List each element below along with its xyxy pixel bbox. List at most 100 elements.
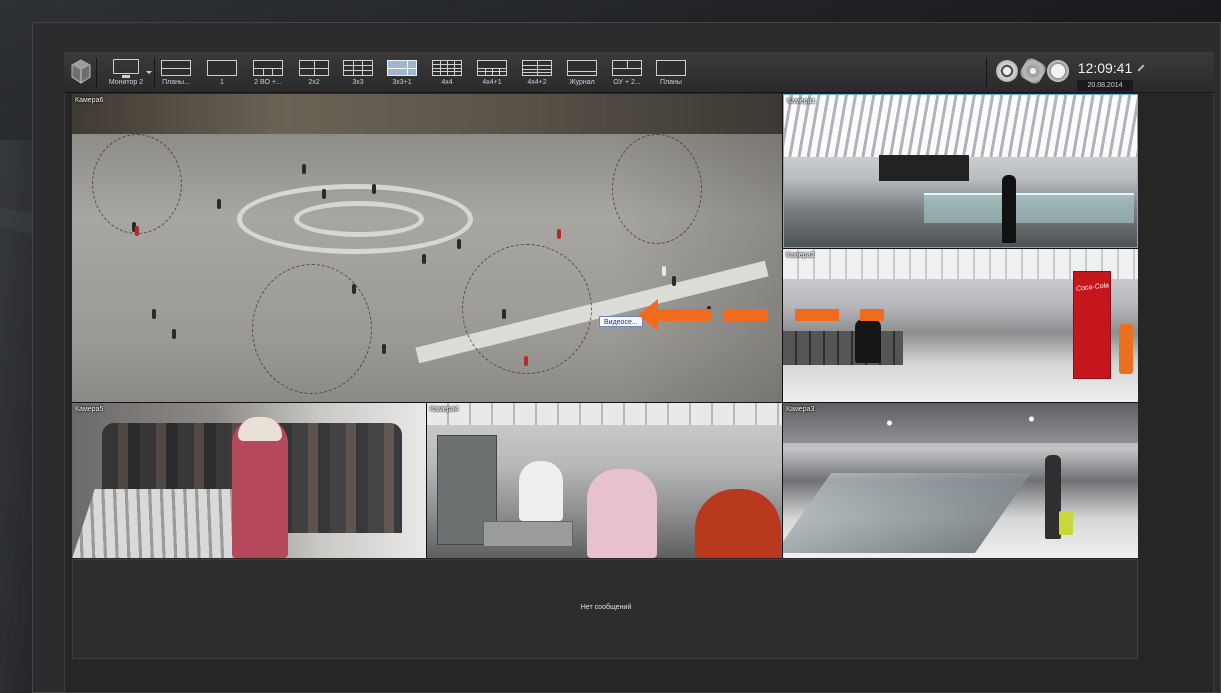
camera-label: Камера4: [430, 406, 459, 413]
camera-tag-label[interactable]: Видеосе...: [599, 316, 643, 327]
layout-3x3plus1-icon: [387, 60, 417, 76]
toolbar-separator: [154, 58, 155, 88]
direction-arrow-segment: [656, 309, 712, 321]
scene-seats: [783, 331, 903, 365]
scene-ceiling: [783, 403, 1138, 443]
scene-suitcase: [1059, 511, 1073, 535]
layout-3x3-button[interactable]: 3x3: [339, 58, 377, 90]
layout-plans2-icon: [656, 60, 686, 76]
tree: [92, 134, 182, 234]
scene-buildings: [72, 94, 782, 134]
pedestrian: [372, 184, 376, 194]
scene-person: [1002, 175, 1016, 243]
scene-ad-panel: Coca-Cola: [1073, 271, 1111, 379]
layout-4x4plus1-button[interactable]: 4x4+1: [473, 58, 511, 90]
direction-arrow-segment: [860, 309, 884, 321]
pedestrian: [662, 266, 666, 276]
layout-label: Планы: [660, 79, 682, 86]
tree: [462, 244, 592, 374]
scene-person: [695, 489, 781, 558]
scene-bin: [1119, 324, 1133, 374]
camera-tile-cam2[interactable]: Coca-Cola Камера2: [783, 249, 1138, 402]
layout-plans-icon: [161, 60, 191, 76]
toolbar-separator: [96, 58, 97, 88]
scene-person: [855, 319, 881, 363]
scene-tray: [483, 521, 573, 547]
camera-label: Камера6: [75, 97, 104, 104]
scene-walkway: [783, 473, 1032, 553]
monitor-icon: [113, 59, 139, 78]
tree: [612, 134, 702, 244]
pedestrian: [217, 199, 221, 209]
messages-empty-text: Нет сообщений: [580, 604, 632, 611]
layout-3x3plus1-button[interactable]: 3x3+1: [383, 58, 421, 90]
layout-label: 4x4+1: [482, 79, 502, 86]
layout-label: 2 ВО +...: [254, 79, 282, 86]
clock-icon[interactable]: [1047, 60, 1069, 82]
layout-plans2-button[interactable]: Планы: [652, 58, 690, 90]
scene-shop: [879, 155, 969, 181]
pedestrian: [382, 344, 386, 354]
clock-time: 12:09:41: [1077, 60, 1133, 76]
layout-ou2-icon: [612, 60, 642, 76]
scene-roof: [784, 95, 1137, 157]
scene-person: [519, 461, 563, 521]
video-grid: Видеосе... Камера6 Камера1 Coca-Cola Кам…: [72, 94, 1138, 558]
layout-label: ОУ + 2...: [613, 79, 641, 86]
layout-1-button[interactable]: 1: [203, 58, 241, 90]
layout-2x2-button[interactable]: 2x2: [295, 58, 333, 90]
layout-3x3-icon: [343, 60, 373, 76]
pedestrian: [152, 309, 156, 319]
journal-icon: [567, 60, 597, 76]
film-reel-icon[interactable]: [996, 60, 1018, 82]
pedestrian: [524, 356, 528, 366]
direction-arrow-segment: [724, 309, 768, 321]
camera-label: Камера5: [75, 406, 104, 413]
layout-ou2-button[interactable]: ОУ + 2...: [608, 58, 646, 90]
camera-tile-cam4[interactable]: Камера4: [427, 403, 782, 558]
scene-hood: [238, 417, 282, 441]
plaza-ring-inner: [294, 201, 424, 237]
camera-tile-cam6[interactable]: Видеосе... Камера6: [72, 94, 782, 402]
app-logo-icon: [71, 59, 91, 84]
direction-arrow-segment: [795, 309, 839, 321]
pedestrian: [302, 164, 306, 174]
layout-2vo-button[interactable]: 2 ВО +...: [249, 58, 287, 90]
camera-tile-cam3[interactable]: Камера3: [783, 403, 1138, 558]
pedestrian: [352, 284, 356, 294]
pedestrian: [172, 329, 176, 339]
chevron-down-icon[interactable]: [146, 71, 152, 74]
camera-label: Камера2: [786, 252, 815, 259]
pedestrian: [422, 254, 426, 264]
layout-label: Планы...: [162, 79, 190, 86]
layout-label: 3x3: [352, 79, 364, 86]
layout-2x2-icon: [299, 60, 329, 76]
camera-tile-cam1[interactable]: Камера1: [783, 94, 1138, 248]
messages-panel: Нет сообщений: [72, 559, 1138, 659]
layout-4x4plus2-icon: [522, 60, 552, 76]
layout-label: Журнал: [569, 79, 595, 86]
camera-label: Камера3: [786, 406, 815, 413]
layout-4x4plus2-button[interactable]: 4x4+2: [518, 58, 556, 90]
layout-label: 1: [220, 79, 224, 86]
layout-4x4-icon: [432, 60, 462, 76]
camera-tile-cam5[interactable]: Камера5: [72, 403, 426, 558]
layout-label: 4x4+2: [527, 79, 547, 86]
layout-journal-button[interactable]: Журнал: [563, 58, 601, 90]
pedestrian: [557, 229, 561, 239]
pedestrian: [672, 276, 676, 286]
layout-4x4-button[interactable]: 4x4: [428, 58, 466, 90]
scene-person: [587, 469, 657, 558]
layout-1-icon: [207, 60, 237, 76]
layout-label: 3x3+1: [392, 79, 412, 86]
pedestrian: [502, 309, 506, 319]
ad-text: Coca-Cola: [1075, 282, 1110, 293]
pedestrian: [135, 226, 139, 236]
monitor-label: Монитор 2: [108, 79, 144, 86]
layout-4x4plus1-icon: [477, 60, 507, 76]
layout-2vo-icon: [253, 60, 283, 76]
monitor-selector[interactable]: Монитор 2: [100, 56, 152, 90]
layout-plans-button[interactable]: Планы...: [157, 58, 195, 90]
direction-arrow-icon: [638, 299, 658, 331]
layout-label: 2x2: [308, 79, 320, 86]
